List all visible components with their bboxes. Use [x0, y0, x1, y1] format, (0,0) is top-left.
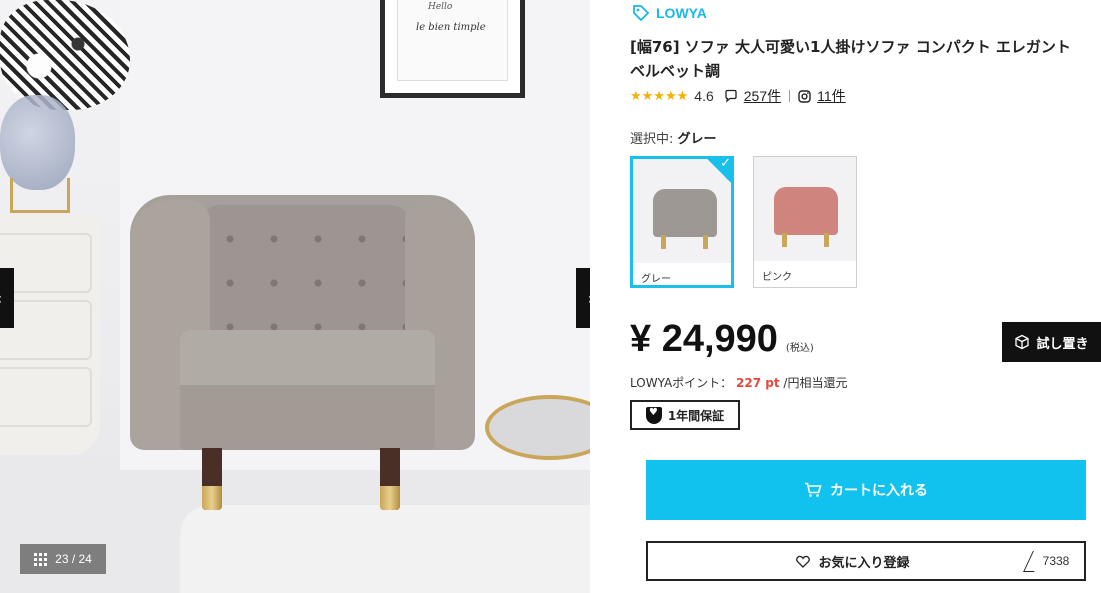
ar-trial-label: 試し置き [1036, 336, 1089, 352]
sofa-leg [202, 448, 222, 510]
variant-thumbnail [754, 157, 856, 261]
price-value: ¥ 24,990 [630, 318, 778, 360]
variant-swatch-gray[interactable]: グレー ✓ [630, 156, 734, 288]
cart-icon [805, 482, 822, 497]
add-to-favorites-label: お気に入り登録 [818, 555, 910, 571]
gallery-prev-button[interactable]: ‹ [0, 268, 14, 328]
grid-icon [34, 552, 48, 566]
flower-decoration [0, 0, 130, 110]
add-to-cart-label: カートに入れる [830, 483, 928, 499]
points-suffix: /円相当還元 [783, 376, 848, 390]
wall-picture-frame: Hello le bien timple [380, 0, 525, 98]
vase-stand [10, 178, 70, 213]
dresser-drawer [0, 367, 92, 427]
ar-trial-button[interactable]: 試し置き [1002, 322, 1101, 362]
sofa-thumbnail-shape [653, 189, 717, 237]
warranty-badge: 1年間保証 [630, 400, 740, 430]
warranty-label: 1年間保証 [667, 408, 725, 423]
rug [180, 505, 590, 593]
frame-text-top: Hello [428, 2, 453, 12]
sofa-seat [180, 330, 435, 390]
heart-icon [796, 555, 811, 568]
shield-heart-icon [645, 406, 662, 424]
gallery-next-button[interactable]: › [576, 268, 590, 328]
comment-icon [725, 89, 737, 103]
divider [789, 90, 791, 102]
add-to-cart-button[interactable]: カートに入れる [646, 460, 1086, 520]
product-title: [幅76] ソファ 大人可愛い1人掛けソファ コンパクト エレガント ベルベット… [630, 38, 1071, 80]
glass-vase [0, 95, 75, 190]
review-count-link[interactable]: 257件 [744, 86, 781, 106]
brand-name: LOWYA [656, 5, 707, 21]
cube-icon [1015, 334, 1030, 350]
instagram-post-count-link[interactable]: 11件 [817, 86, 846, 106]
variant-label: ピンク [762, 272, 792, 283]
tag-icon [633, 5, 650, 22]
variant-label: グレー [641, 274, 671, 285]
sofa-thumbnail-shape [774, 187, 838, 235]
selected-check-icon: ✓ [704, 156, 734, 186]
dresser [0, 215, 100, 455]
price: ¥ 24,990 (税込) [630, 318, 814, 361]
tax-note: (税込) [785, 343, 814, 354]
selected-variant: 選択中: グレー [630, 128, 717, 147]
points-label: LOWYAポイント： [630, 376, 733, 390]
rating-stars-icon: ★★★★★ [630, 88, 689, 103]
sofa-leg [380, 448, 400, 510]
gallery-counter-text: 23 / 24 [55, 552, 92, 566]
frame-text: le bien timple [416, 22, 486, 33]
selected-variant-label: 選択中: [630, 132, 674, 147]
variant-swatch-pink[interactable]: ピンク [753, 156, 857, 288]
gallery-counter-button[interactable]: 23 / 24 [20, 544, 106, 574]
rating-row: ★★★★★ 4.6 257件 11件 [630, 86, 846, 106]
points-value: 227 pt [736, 376, 780, 390]
points-info: LOWYAポイント： 227 pt /円相当還元 [630, 374, 847, 391]
instagram-icon [798, 89, 811, 103]
product-image-gallery[interactable]: Hello le bien timple ‹ › 23 / 24 [0, 0, 590, 593]
favorite-count: 7338 [1028, 543, 1084, 579]
selected-variant-value: グレー [677, 132, 717, 147]
add-to-favorites-button[interactable]: お気に入り登録 7338 [646, 541, 1086, 581]
rating-score: 4.6 [694, 88, 714, 104]
product-info-panel: LOWYA [幅76] ソファ 大人可愛い1人掛けソファ コンパクト エレガント… [630, 0, 1101, 593]
brand-link[interactable]: LOWYA [632, 4, 707, 22]
sofa-base [180, 385, 435, 450]
